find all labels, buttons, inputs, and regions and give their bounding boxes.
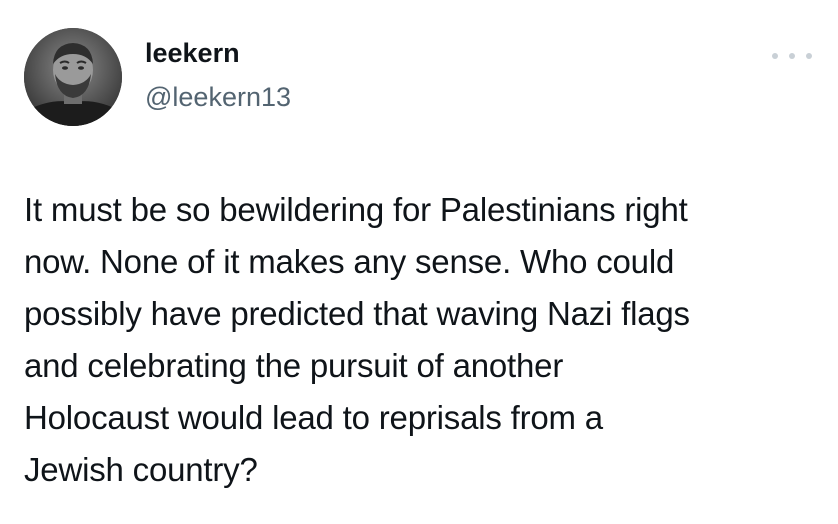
user-names: leekern @leekern13 [145, 36, 291, 114]
tweet-card: leekern @leekern13 It must be so bewilde… [0, 0, 838, 524]
dot-icon [806, 53, 812, 59]
tweet-text: It must be so bewildering for Palestinia… [24, 191, 690, 488]
more-icon[interactable] [772, 46, 812, 66]
profile-photo-icon [24, 28, 122, 126]
avatar[interactable] [24, 28, 122, 126]
dot-icon [772, 53, 778, 59]
user-handle[interactable]: @leekern13 [145, 80, 291, 114]
display-name[interactable]: leekern [145, 36, 291, 70]
dot-icon [789, 53, 795, 59]
